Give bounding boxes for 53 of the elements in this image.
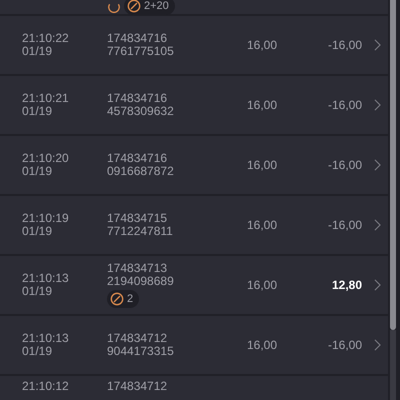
chevron-right-icon[interactable] <box>374 39 381 51</box>
badge-count: 2+20 <box>144 0 169 12</box>
transaction-row[interactable]: 21:10:22 01/19 174834716 7761775105 16,00 -16,00 <box>0 16 388 74</box>
result-text: -16,00 <box>328 338 362 352</box>
id-text: 7761775105 <box>107 45 175 58</box>
date-text: 01/19 <box>22 285 54 298</box>
date-text: 01/19 <box>22 105 54 118</box>
id-text: 2194098689 <box>107 275 175 288</box>
badge-count: 2 <box>127 294 134 304</box>
chevron-right-icon[interactable] <box>374 99 381 111</box>
id-text: 174834712 <box>107 379 168 393</box>
amount-text: 16,00 <box>247 338 278 352</box>
id-text: 174834715 <box>107 212 168 225</box>
result-text: -16,00 <box>328 98 362 112</box>
date-text: 01/19 <box>22 165 54 178</box>
id-text: 9044173315 <box>107 345 175 358</box>
id-text: 174834712 <box>107 332 168 345</box>
amount-text: 16,00 <box>247 98 278 112</box>
time-text: 21:10:13 <box>22 332 70 345</box>
time-text: 21:10:12 <box>22 379 69 393</box>
id-text: 174834716 <box>107 92 168 105</box>
result-text: -16,00 <box>328 218 362 232</box>
result-text: -16,00 <box>328 38 362 52</box>
result-text: -16,00 <box>328 158 362 172</box>
id-text: 4578309632 <box>107 105 175 118</box>
transaction-row[interactable]: 21:10:13 01/19 174834713 2194098689 2 16,00 12,80 <box>0 256 388 314</box>
time-text: 21:10:19 <box>22 212 70 225</box>
chevron-right-icon[interactable] <box>374 279 381 291</box>
id-text: 7712247811 <box>107 225 174 238</box>
id-text: 174834716 <box>107 152 168 165</box>
amount-text: 16,00 <box>247 38 278 52</box>
transaction-row[interactable]: 21:10:20 01/19 174834716 0916687872 16,00 -16,00 <box>0 136 388 194</box>
transaction-row[interactable]: 21:10:13 01/19 174834712 9044173315 16,00 -16,00 <box>0 316 388 374</box>
date-text: 01/19 <box>22 225 54 238</box>
date-text: 01/19 <box>22 45 54 58</box>
transaction-row[interactable]: 21:10:19 01/19 174834715 7712247811 16,00 -16,00 <box>0 196 388 254</box>
chevron-right-icon[interactable] <box>374 159 381 171</box>
time-text: 21:10:13 <box>22 272 70 285</box>
id-text: 0916687872 <box>107 165 175 178</box>
amount-text: 16,00 <box>247 278 278 292</box>
id-text: 174834716 <box>107 32 168 45</box>
transaction-row[interactable]: 21:10:21 01/19 174834716 4578309632 16,00 -16,00 <box>0 76 388 134</box>
chevron-right-icon[interactable] <box>374 219 381 231</box>
chevron-right-icon[interactable] <box>374 339 381 351</box>
time-text: 21:10:20 <box>22 152 70 165</box>
date-text: 01/19 <box>22 345 54 358</box>
time-text: 21:10:21 <box>22 92 70 105</box>
result-text: 12,80 <box>332 278 362 292</box>
amount-text: 16,00 <box>247 158 278 172</box>
scrollbar-thumb[interactable] <box>390 0 396 330</box>
time-text: 21:10:22 <box>22 32 70 45</box>
amount-text: 16,00 <box>247 218 278 232</box>
id-text: 174834713 <box>107 262 168 275</box>
